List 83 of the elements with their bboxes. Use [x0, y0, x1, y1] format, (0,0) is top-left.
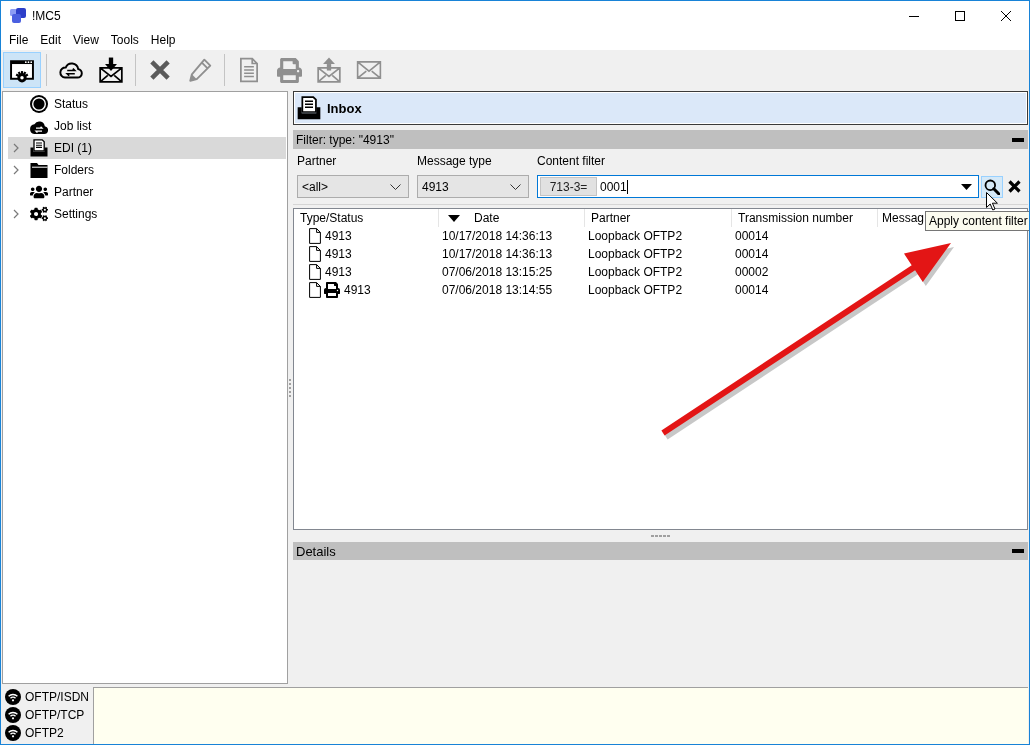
table-cell-text: Loopback OFTP2 [587, 247, 684, 261]
chevron-down-icon [390, 183, 401, 190]
table-cell-text: 10/17/2018 14:36:13 [441, 247, 554, 261]
document-icon [309, 264, 321, 280]
toolbar-button[interactable] [3, 52, 41, 88]
column-header[interactable]: Type/Status [294, 209, 439, 227]
table-cell-text: Loopback OFTP2 [587, 283, 684, 297]
table-cell-text: Loopback OFTP2 [587, 265, 684, 279]
connection-label: OFTP2 [25, 726, 64, 740]
filter-title: Filter: type: "4913" [296, 132, 394, 147]
inbox-document-icon [30, 139, 48, 157]
field-label: Content filter [537, 154, 606, 168]
table-cell-text: 00014 [734, 229, 770, 243]
app-logo-icon [10, 8, 26, 24]
field-label: Message type [417, 154, 492, 168]
people-icon [30, 183, 48, 201]
wifi-icon [5, 725, 21, 741]
document-icon [309, 228, 321, 244]
search-icon [984, 178, 1000, 195]
tree-item[interactable]: Status [8, 93, 286, 115]
menu-item[interactable]: Help [144, 31, 182, 50]
window-gear-icon [9, 57, 35, 83]
column-header[interactable]: Transmission number [732, 209, 878, 227]
tree-item[interactable]: EDI (1) [8, 137, 286, 159]
collapse-icon[interactable] [1012, 137, 1024, 142]
search-button[interactable] [981, 175, 1003, 198]
panel-title: Inbox [327, 100, 362, 116]
document-icon [309, 282, 321, 298]
partner-select[interactable]: <all> [297, 175, 409, 198]
wifi-icon [5, 707, 21, 723]
table-cell-text: 07/06/2018 13:15:25 [441, 265, 554, 279]
target-icon [30, 95, 48, 113]
minimize-icon [909, 15, 919, 17]
dropdown-icon [961, 183, 972, 190]
tooltip: Apply content filter [925, 211, 1029, 231]
tree-item[interactable]: Settings [8, 203, 286, 225]
splitter-grip[interactable] [649, 534, 672, 538]
menu-item[interactable]: Edit [34, 31, 68, 50]
table-cell-text: 10/17/2018 14:36:13 [441, 229, 554, 243]
table-cell: 4913 [343, 283, 371, 297]
tree-item[interactable]: Folders [8, 159, 286, 181]
splitter-grip[interactable] [289, 377, 292, 398]
printer-icon [276, 57, 302, 83]
table-cell-text: Loopback OFTP2 [587, 229, 684, 243]
column-header[interactable]: Partner [585, 209, 732, 227]
table-cell-text: 07/06/2018 13:14:55 [441, 283, 554, 297]
document-icon [309, 246, 321, 262]
maximize-icon [955, 11, 965, 21]
envelope-down-arrow-icon [98, 57, 124, 83]
table-cell: 4913 [324, 229, 352, 243]
menu-item[interactable]: File [3, 31, 35, 50]
content-filter-field[interactable]: 713-3= 0001 [537, 175, 979, 198]
wifi-icon [5, 689, 21, 705]
pencil-icon [187, 57, 213, 83]
connection-label: OFTP/TCP [25, 708, 85, 722]
column-header[interactable]: Messag [878, 209, 926, 227]
inbox-document-icon [297, 96, 321, 120]
column-header[interactable]: Date [439, 209, 585, 227]
details-title: Details [296, 543, 336, 559]
tree-item[interactable]: Job list [8, 115, 286, 137]
chevron-down-icon [510, 183, 521, 190]
table-cell-text: 00014 [734, 283, 770, 297]
chevron-right-icon[interactable] [13, 143, 19, 153]
table-cell-text: 00002 [734, 265, 770, 279]
message-type-select[interactable]: 4913 [417, 175, 529, 198]
tree-item[interactable]: Partner [8, 181, 286, 203]
gears-icon [30, 205, 48, 223]
table-cell: 4913 [324, 265, 352, 279]
close-icon [1001, 11, 1011, 21]
folder-icon [30, 161, 48, 179]
filter-tag: 713-3= [540, 177, 597, 196]
table-cell-text: 00014 [734, 247, 770, 261]
cross-icon [1007, 180, 1021, 193]
cross-icon [147, 57, 173, 83]
envelope-up-arrow-icon [316, 57, 342, 83]
chevron-right-icon[interactable] [13, 209, 19, 219]
menu-item[interactable]: View [67, 31, 105, 50]
menu-item[interactable]: Tools [104, 31, 145, 50]
window-title: !MC5 [32, 9, 61, 23]
table-cell: 4913 [324, 247, 352, 261]
connection-label: OFTP/ISDN [25, 690, 89, 704]
chevron-right-icon[interactable] [13, 165, 19, 175]
field-label: Partner [297, 154, 337, 168]
